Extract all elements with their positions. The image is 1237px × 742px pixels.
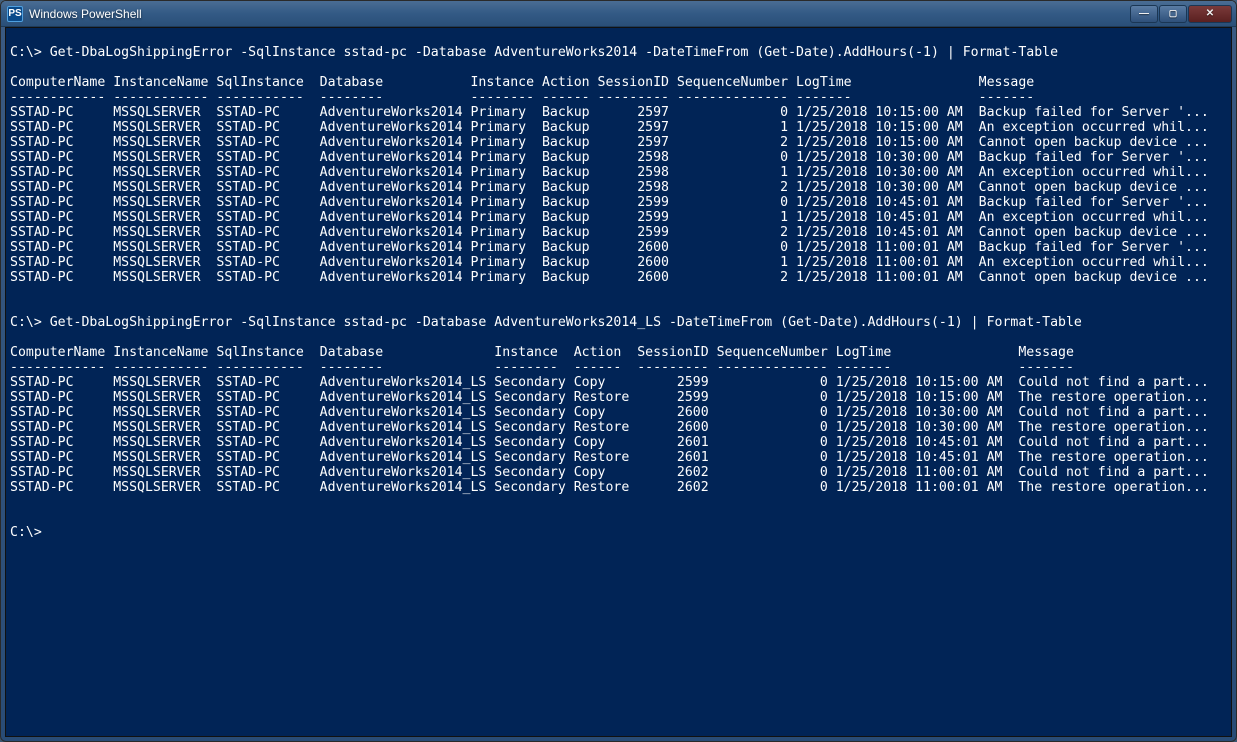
maximize-button[interactable] [1159,5,1187,23]
app-icon: PS [7,6,23,22]
minimize-button[interactable] [1130,5,1158,23]
terminal-viewport[interactable]: C:\> Get-DbaLogShippingError -SqlInstanc… [5,27,1232,737]
terminal-content[interactable]: C:\> Get-DbaLogShippingError -SqlInstanc… [6,28,1231,736]
window-title: Windows PowerShell [29,7,1130,21]
close-button[interactable] [1188,5,1232,23]
window-controls [1130,5,1232,23]
powershell-window: PS Windows PowerShell C:\> Get-DbaLogShi… [0,0,1237,742]
title-bar[interactable]: PS Windows PowerShell [1,1,1236,27]
